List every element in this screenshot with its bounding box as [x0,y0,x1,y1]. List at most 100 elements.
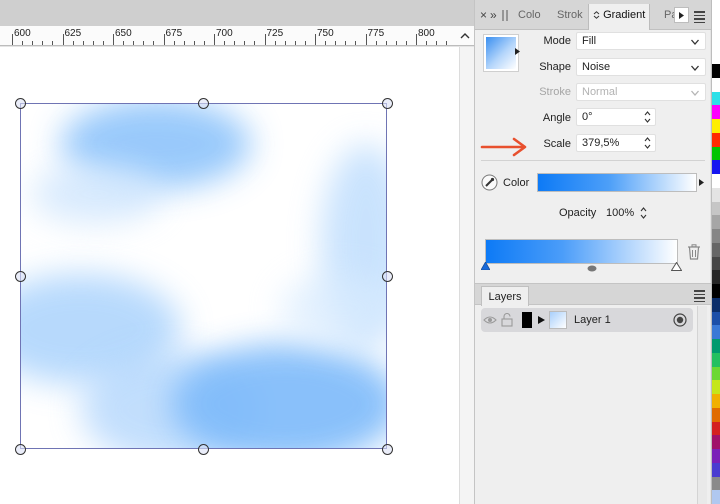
ruler-tick [153,41,155,45]
palette-swatch[interactable] [712,449,720,463]
palette-swatch[interactable] [712,297,720,312]
close-panel-icon[interactable]: × [480,8,487,22]
selection-handle-left[interactable] [15,271,26,282]
palette-swatch[interactable] [712,270,720,285]
ruler-tick [284,41,286,45]
palette-swatch[interactable] [712,339,720,353]
layer-name[interactable]: Layer 1 [574,314,611,326]
palette-swatch[interactable] [712,229,720,243]
gradient-stop-start[interactable] [481,262,490,270]
palette-swatch[interactable] [712,160,720,175]
selection-handle-bottom-left[interactable] [15,444,26,455]
opacity-stepper[interactable]: 100% [603,204,651,222]
preview-menu-arrow-icon[interactable] [515,48,520,55]
palette-swatch[interactable] [712,435,720,450]
drag-grip-icon[interactable] [502,10,508,21]
trash-icon[interactable] [687,244,701,260]
shape-select[interactable]: Noise [576,58,706,76]
tab-gradient[interactable]: Gradient [588,4,650,30]
color-menu-arrow-icon[interactable] [699,179,704,186]
selection-handle-top-left[interactable] [15,98,26,109]
palette-swatch[interactable] [712,394,720,408]
chevron-down-icon [691,39,699,45]
selection-handle-top[interactable] [198,98,209,109]
scale-stepper-arrows[interactable] [644,136,651,150]
mode-select[interactable]: Fill [576,32,706,50]
ruler-tick [375,41,377,45]
palette-swatch[interactable] [712,146,720,161]
expand-panel-icon[interactable]: » [490,8,497,22]
palette-swatch[interactable] [712,325,720,340]
palette-swatch[interactable] [712,174,720,188]
shape-value: Noise [582,61,611,73]
angle-stepper-arrows[interactable] [644,110,651,124]
app-window: 600 625 650 675 700 725 750 775 800 × » [0,0,720,504]
ruler-tick [143,41,145,45]
scale-stepper[interactable]: 379,5% [576,134,656,152]
layer-row[interactable]: Layer 1 [481,308,693,332]
disclosure-triangle-icon[interactable] [538,316,545,324]
stroke-label: Stroke [539,86,571,98]
inspector-panel: × » Colo Strok Gradient Pa [474,0,711,504]
selection-handle-top-right[interactable] [382,98,393,109]
panel-menu-icon[interactable] [694,11,705,23]
palette-swatch[interactable] [712,119,720,133]
ruler-tick [42,41,44,45]
play-arrow-icon [679,11,684,19]
palette-swatch[interactable] [712,105,720,120]
palette-swatch[interactable] [712,215,720,230]
ruler-tick [82,41,84,45]
gradient-color-swatch[interactable] [537,173,697,192]
gradient-stop-end[interactable] [671,262,682,271]
palette-swatch[interactable] [712,187,720,202]
ruler-tick [173,41,175,45]
more-tabs-button[interactable] [674,7,689,23]
stepper-arrows-icon[interactable] [640,206,647,220]
palette-swatch[interactable] [712,352,720,367]
palette-swatch[interactable] [712,91,720,106]
layers-menu-icon[interactable] [694,290,705,302]
ruler-tick [345,41,347,45]
palette-swatch[interactable] [712,77,720,92]
palette-swatch[interactable] [712,380,720,395]
palette-swatch[interactable] [712,311,720,326]
palette-swatch[interactable] [712,201,720,216]
palette-swatch[interactable] [712,462,720,477]
layers-scrollbar[interactable] [697,306,707,504]
selection-handle-bottom[interactable] [198,444,209,455]
selection-handle-right[interactable] [382,271,393,282]
gradient-midpoint-handle[interactable] [587,265,597,272]
palette-swatch[interactable] [712,476,720,491]
color-palette-strip[interactable] [711,0,720,504]
palette-swatch[interactable] [712,132,720,147]
palette-swatch[interactable] [712,284,720,298]
gradient-editor-bar[interactable] [485,239,678,264]
ruler-collapse-button[interactable] [456,26,474,46]
palette-swatch[interactable] [712,64,720,78]
drawing-canvas[interactable] [0,47,459,504]
lock-open-icon[interactable] [501,313,513,327]
ruler-label: 750 [317,28,334,39]
palette-swatch[interactable] [712,256,720,271]
palette-swatch[interactable] [712,242,720,257]
layer-target-icon[interactable] [673,313,687,327]
tab-stroke[interactable]: Strok [557,9,587,21]
mode-label: Mode [543,35,571,47]
palette-swatch[interactable] [712,407,720,422]
palette-swatch[interactable] [712,421,720,436]
selection-handle-bottom-right[interactable] [382,444,393,455]
horizontal-ruler[interactable]: 600 625 650 675 700 725 750 775 800 [0,26,456,46]
palette-swatch[interactable] [712,490,720,504]
tab-layers[interactable]: Layers [481,286,529,306]
panel-tab-bar: × » Colo Strok Gradient Pa [475,0,711,30]
layer-color-chip[interactable] [522,312,532,328]
canvas-vertical-scrollbar[interactable] [459,47,474,504]
angle-stepper[interactable]: 0° [576,108,656,126]
noise-gradient-rectangle[interactable] [20,103,387,449]
shape-label: Shape [539,61,571,73]
palette-swatch[interactable] [712,366,720,381]
tab-color[interactable]: Colo [518,9,548,21]
eye-visibility-icon[interactable] [483,314,497,326]
eyedropper-icon[interactable] [481,174,498,191]
tab-paint[interactable]: Pa [664,9,674,21]
